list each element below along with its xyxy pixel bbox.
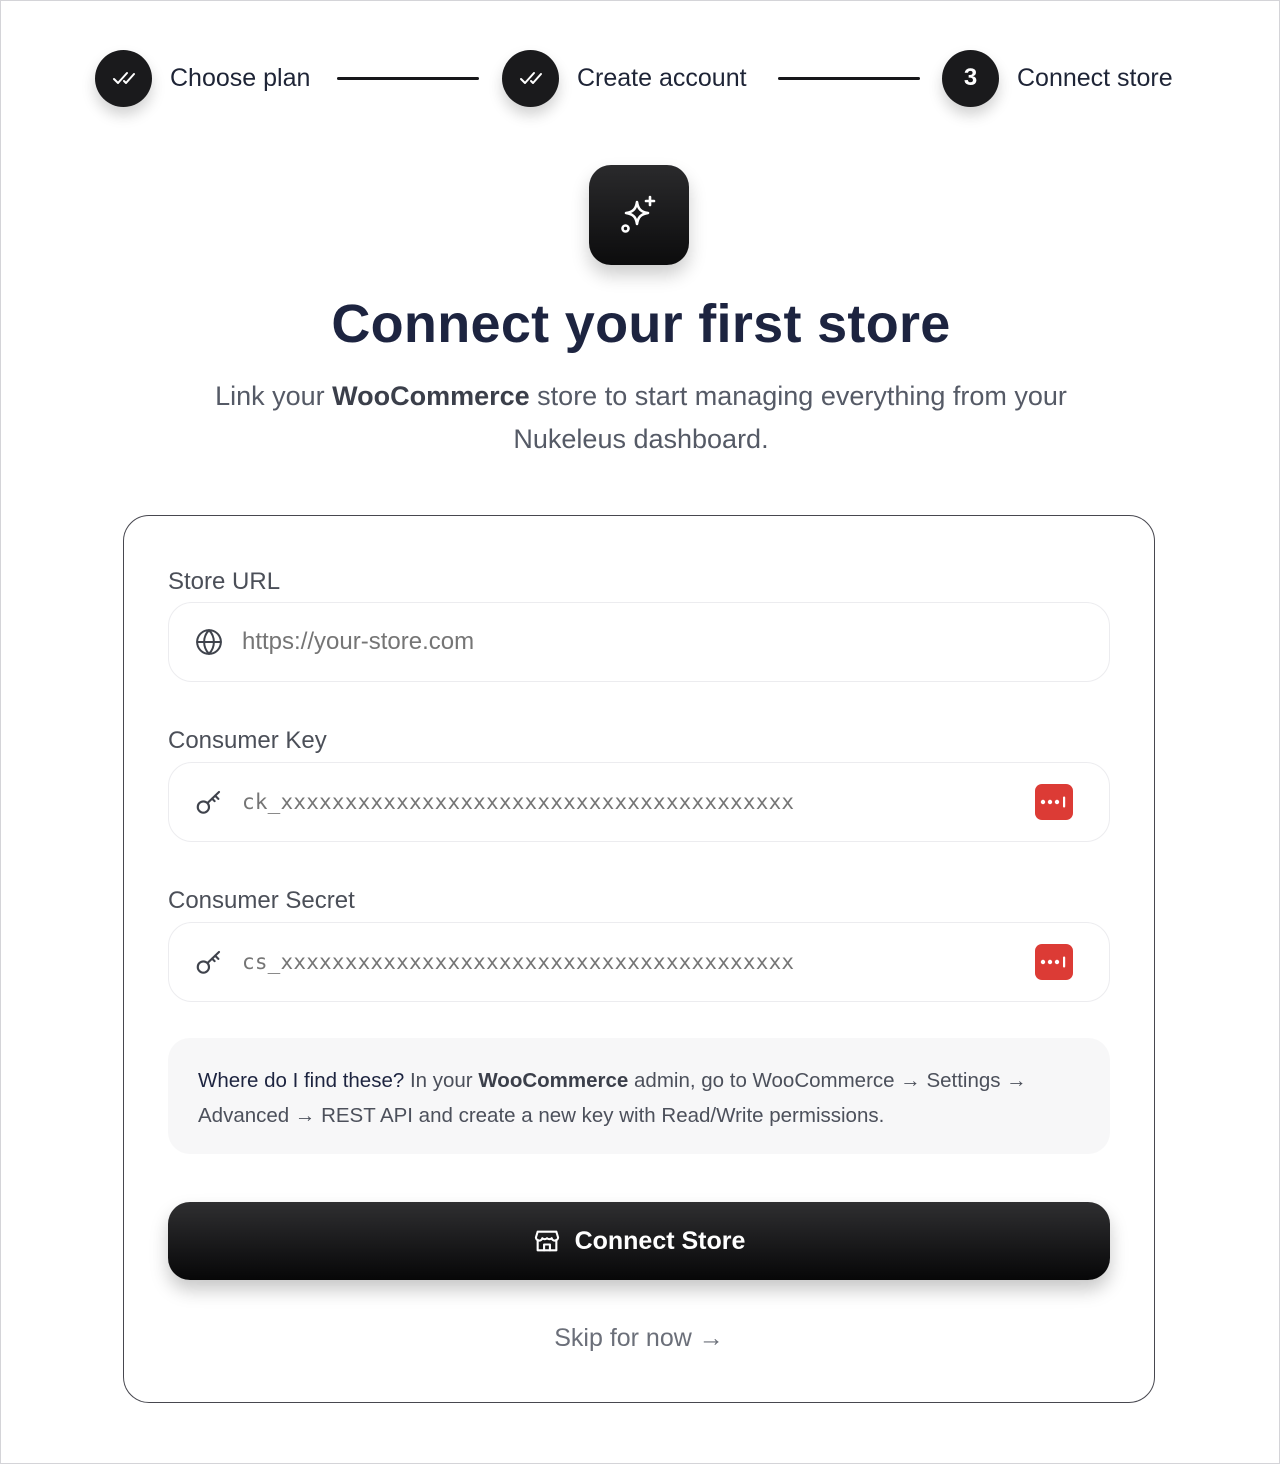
consumer-secret-field[interactable] (168, 922, 1110, 1002)
subtitle-brand: WooCommerce (332, 381, 530, 411)
connect-store-button[interactable]: Connect Store (168, 1202, 1110, 1280)
hint-question: Where do I find these? (198, 1069, 405, 1092)
store-url-label: Store URL (168, 568, 281, 595)
sparkles-icon (621, 195, 656, 233)
store-url-field[interactable] (168, 602, 1110, 682)
step-completed-badge (95, 49, 152, 107)
key-icon (193, 786, 225, 818)
page: Choose plan Create account 3 Connect sto… (0, 0, 1280, 1464)
step-number: 3 (963, 64, 978, 91)
double-check-icon (519, 72, 542, 84)
subtitle-text: store to start managing everything from … (513, 381, 1067, 454)
store-url-input[interactable] (242, 628, 1002, 656)
connect-store-card: Store URL Consumer Key (123, 515, 1155, 1403)
subtitle-text: Link your (215, 381, 333, 411)
step-connector (337, 77, 479, 80)
step-connect-store: 3 Connect store (942, 49, 1173, 107)
page-subtitle: Link your WooCommerce store to start man… (211, 375, 1071, 461)
step-number-badge: 3 (942, 49, 999, 107)
double-check-icon (112, 72, 135, 84)
onboarding-stepper: Choose plan Create account 3 Connect sto… (95, 49, 1187, 107)
step-create-account: Create account (502, 49, 747, 107)
consumer-secret-label: Consumer Secret (168, 887, 355, 914)
hero-icon-tile (589, 165, 689, 265)
consumer-secret-input[interactable] (242, 950, 1002, 974)
skip-link[interactable]: Skip for now → (124, 1324, 1154, 1353)
page-title: Connect your first store (331, 294, 951, 354)
password-manager-icon[interactable] (1035, 784, 1073, 820)
hint-text: In your (404, 1069, 479, 1092)
step-label: Connect store (1017, 63, 1173, 92)
password-manager-icon[interactable] (1035, 944, 1073, 980)
consumer-key-input[interactable] (242, 790, 1002, 814)
globe-icon (193, 626, 225, 658)
step-choose-plan: Choose plan (95, 49, 310, 107)
store-icon (533, 1227, 561, 1255)
consumer-key-field[interactable] (168, 762, 1110, 842)
step-completed-badge (502, 49, 559, 107)
key-icon (193, 946, 225, 978)
hint-brand: WooCommerce (478, 1069, 629, 1092)
step-label: Create account (577, 63, 747, 92)
consumer-key-label: Consumer Key (168, 727, 327, 754)
connect-store-label: Connect Store (574, 1226, 746, 1255)
step-label: Choose plan (170, 63, 311, 92)
step-connector (778, 77, 920, 80)
help-hint: Where do I find these? In your WooCommer… (168, 1038, 1110, 1154)
